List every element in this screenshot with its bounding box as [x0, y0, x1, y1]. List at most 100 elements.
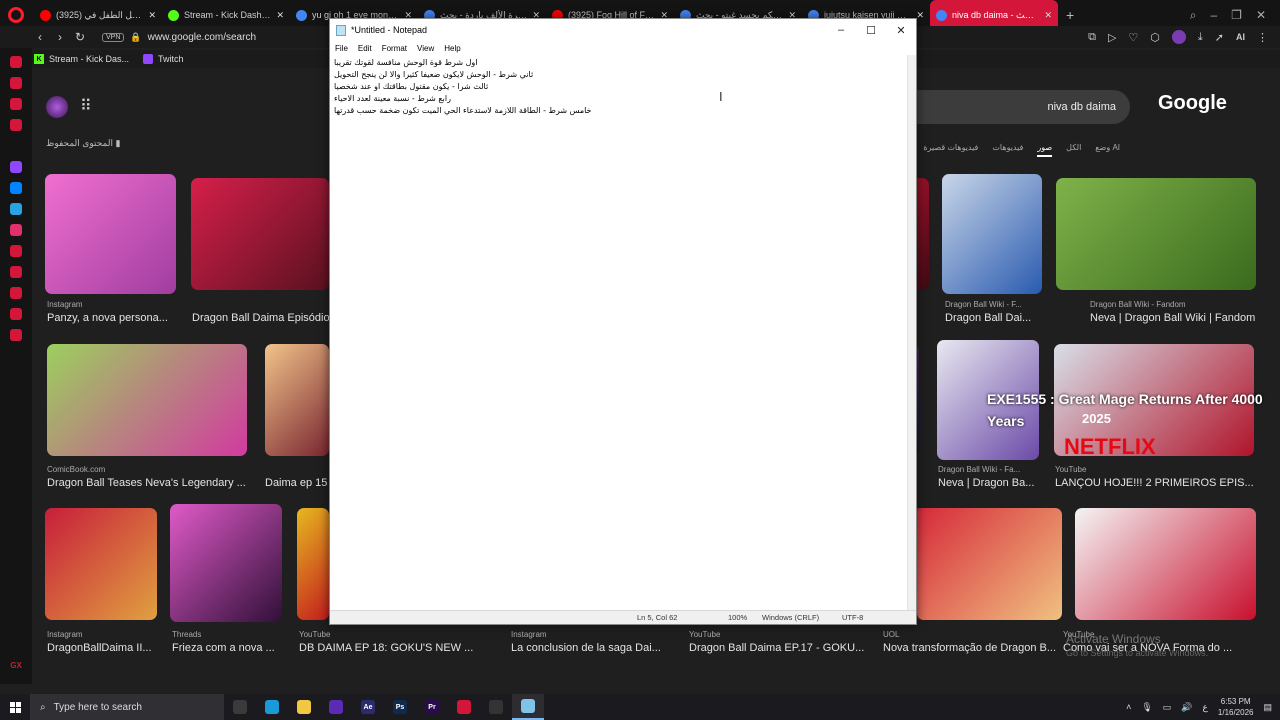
image-caption[interactable]: Panzy, a nova persona...	[47, 312, 168, 324]
close-tab-icon[interactable]: ✕	[916, 10, 924, 21]
sidebar-app-icon[interactable]	[10, 161, 22, 173]
image-thumbnail[interactable]	[47, 344, 247, 456]
taskbar-app-obs[interactable]	[480, 694, 512, 720]
image-caption[interactable]: Dragon Ball Daima EP.17 - GOKU...	[689, 642, 864, 654]
image-caption[interactable]: Neva | Dragon Ba...	[938, 477, 1034, 489]
reload-icon[interactable]: ↻	[70, 30, 90, 44]
send-icon[interactable]: ➚	[1215, 31, 1224, 44]
forward-icon[interactable]: ›	[50, 30, 70, 44]
download-icon[interactable]: ⤓	[1198, 31, 1203, 44]
search-input[interactable]: niva db daima	[902, 90, 1130, 124]
clock[interactable]: 6:53 PM 1/16/2026	[1218, 696, 1254, 718]
minimize-icon[interactable]: –	[1210, 8, 1217, 23]
image-thumbnail[interactable]	[297, 508, 329, 620]
notepad-title-bar[interactable]: *Untitled - Notepad – ☐ ✕	[330, 19, 916, 41]
back-icon[interactable]: ‹	[30, 30, 50, 44]
image-thumbnail[interactable]	[1075, 508, 1256, 620]
tab-short-videos[interactable]: فيديوهات قصيرة	[923, 143, 978, 157]
image-thumbnail[interactable]	[191, 178, 329, 290]
image-thumbnail[interactable]	[170, 504, 282, 622]
image-thumbnail[interactable]	[1056, 178, 1256, 290]
image-thumbnail[interactable]	[45, 174, 176, 294]
image-thumbnail[interactable]	[942, 174, 1042, 294]
menu-edit[interactable]: Edit	[358, 44, 372, 53]
bookmark-kick[interactable]: K Stream - Kick Das...	[34, 54, 129, 64]
minimize-button[interactable]: –	[826, 19, 856, 41]
vpn-badge[interactable]: VPN	[102, 32, 125, 42]
maximize-button[interactable]: ☐	[856, 19, 886, 41]
taskbar-app-opera-gx[interactable]	[448, 694, 480, 720]
chevron-up-icon[interactable]: ˄	[1126, 702, 1131, 712]
image-caption[interactable]: Daima ep 15	[265, 477, 327, 489]
close-tab-icon[interactable]: ✕	[276, 10, 284, 21]
bookmark-twitch[interactable]: Twitch	[143, 54, 184, 64]
new-tab-button[interactable]: +	[1058, 7, 1082, 23]
sidebar-app-icon[interactable]	[10, 329, 22, 341]
taskbar-app-notepad[interactable]	[512, 694, 544, 720]
opera-logo-icon[interactable]	[8, 7, 24, 23]
sidebar-app-icon[interactable]	[10, 56, 22, 68]
search-tabs-icon[interactable]: ⌕	[1190, 8, 1197, 23]
text-editor[interactable]: اول شرط قوة الوحش منافسة لقوتك تقريبا ثا…	[330, 55, 908, 612]
sidebar-app-icon[interactable]	[10, 287, 22, 299]
sidebar-app-icon[interactable]	[10, 203, 22, 215]
apps-grid-icon[interactable]: ⠿	[80, 96, 92, 116]
taskbar-app-edge[interactable]	[256, 694, 288, 720]
image-caption[interactable]: Neva | Dragon Ball Wiki | Fandom	[1090, 312, 1255, 324]
notepad-window[interactable]: *Untitled - Notepad – ☐ ✕ File Edit Form…	[329, 18, 917, 625]
taskbar-search-input[interactable]: ⌕ Type here to search	[30, 694, 224, 720]
taskbar-app-premiere-rush[interactable]	[320, 694, 352, 720]
image-caption[interactable]: Frieza com a nova ...	[172, 642, 275, 654]
menu-icon[interactable]: ⋮	[1257, 31, 1268, 44]
image-caption[interactable]: La conclusion de la saga Dai...	[511, 642, 661, 654]
profile-icon[interactable]	[1171, 30, 1186, 44]
taskbar-app-after-effects[interactable]: Ae	[352, 694, 384, 720]
menu-format[interactable]: Format	[382, 44, 407, 53]
image-thumbnail[interactable]	[45, 508, 157, 620]
sidebar-app-icon[interactable]	[10, 119, 22, 131]
image-thumbnail[interactable]	[917, 508, 1062, 620]
taskbar-app-photoshop[interactable]: Ps	[384, 694, 416, 720]
close-tab-icon[interactable]: ✕	[1044, 10, 1052, 21]
maximize-icon[interactable]: ❐	[1231, 8, 1242, 23]
extension-icon[interactable]: ⬡	[1150, 31, 1160, 44]
taskbar-app-file-explorer[interactable]	[288, 694, 320, 720]
taskbar-app-premiere-pro[interactable]: Pr	[416, 694, 448, 720]
image-caption[interactable]: Dragon Ball Dai...	[945, 312, 1031, 324]
sidebar-app-icon[interactable]	[10, 245, 22, 257]
network-icon[interactable]: ▭	[1163, 702, 1172, 713]
language-indicator[interactable]: ع	[1203, 702, 1208, 713]
image-caption[interactable]: LANÇOU HOJE!!! 2 PRIMEIROS EPIS...	[1055, 477, 1254, 489]
image-caption[interactable]: Dragon Ball Daima Episódio	[192, 312, 330, 324]
taskbar-app-task-view[interactable]	[224, 694, 256, 720]
vertical-scrollbar[interactable]	[907, 55, 916, 612]
saved-content-link[interactable]: المحتوى المحفوظ ▮	[46, 138, 120, 149]
tab-all[interactable]: الكل	[1066, 143, 1081, 157]
tab-images[interactable]: صور	[1037, 143, 1053, 157]
google-logo[interactable]: Google	[1158, 92, 1227, 115]
sidebar-app-icon[interactable]	[10, 266, 22, 278]
snapshot-icon[interactable]: ⧉	[1088, 31, 1096, 44]
menu-help[interactable]: Help	[444, 44, 460, 53]
avatar[interactable]	[46, 96, 68, 118]
sidebar-app-icon[interactable]	[10, 77, 22, 89]
sidebar-app-icon[interactable]	[10, 182, 22, 194]
image-caption[interactable]: DragonBallDaima II...	[47, 642, 152, 654]
sidebar-app-icon[interactable]	[10, 224, 22, 236]
menu-file[interactable]: File	[335, 44, 348, 53]
url-field[interactable]: www.google.com/search	[148, 32, 256, 43]
close-button[interactable]: ✕	[886, 19, 916, 41]
image-thumbnail[interactable]	[265, 344, 329, 456]
volume-icon[interactable]: 🔊	[1181, 702, 1192, 713]
tab-ai-mode[interactable]: وضع AI	[1095, 143, 1120, 157]
heart-icon[interactable]: ♡	[1128, 31, 1138, 44]
menu-view[interactable]: View	[417, 44, 434, 53]
tab-videos[interactable]: فيديوهات	[992, 143, 1023, 157]
close-icon[interactable]: ✕	[1256, 8, 1266, 23]
start-button[interactable]	[0, 701, 30, 713]
lock-icon[interactable]: 🔒	[130, 32, 141, 43]
ai-button[interactable]: AI	[1236, 32, 1245, 42]
close-tab-icon[interactable]: ✕	[148, 10, 156, 21]
sidebar-app-icon[interactable]	[10, 308, 22, 320]
image-caption[interactable]: Dragon Ball Teases Neva's Legendary ...	[47, 477, 246, 489]
